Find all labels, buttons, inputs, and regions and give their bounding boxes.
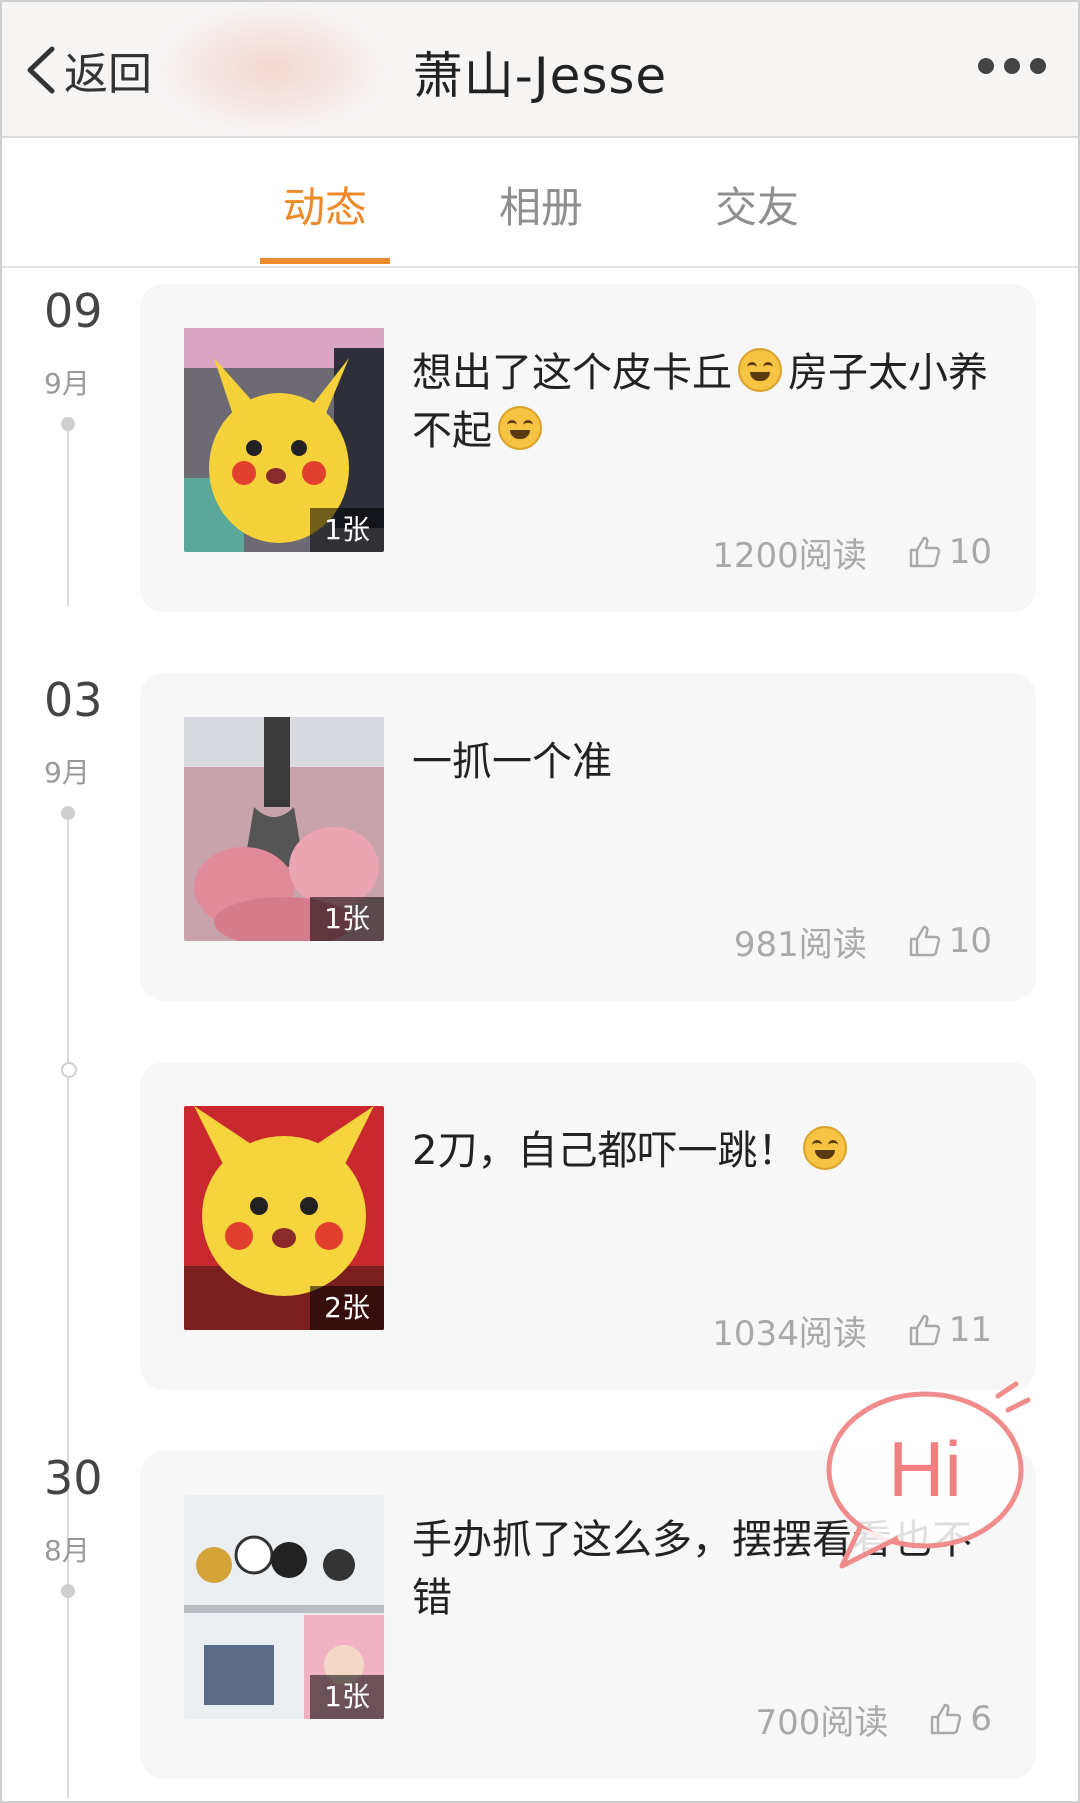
more-dots-icon[interactable] [978,58,1046,74]
thumbs-up-icon [909,536,940,568]
hi-chat-bubble[interactable]: Hi [820,1378,1040,1578]
like-button[interactable]: 11 [907,1310,992,1350]
page-title: 萧山-Jesse [412,47,668,105]
read-count: 1034阅读 [712,1313,867,1354]
post-thumbnail[interactable]: 1张 [184,328,384,552]
hi-label: Hi [888,1425,962,1513]
tab-album[interactable]: 相册 [476,174,606,235]
post-text-part: 2刀，自己都吓一跳！ [412,1128,798,1174]
read-count: 1200阅读 [712,535,867,576]
like-button[interactable]: 6 [928,1699,992,1739]
post-day: 09 [44,284,103,338]
post-day: 03 [44,673,103,727]
post-month: 9月 [44,367,90,400]
post-stats: 1034阅读 11 [712,1308,992,1354]
post-thumbnail[interactable]: 1张 [184,1495,384,1719]
tab-active-indicator [260,258,390,264]
post-text: 一抓一个准 [412,739,612,785]
post-card[interactable]: 1张 一抓一个准 981阅读 10 [140,673,1036,1001]
like-count: 11 [948,1310,992,1350]
tab-bar: 动态 相册 交友 [2,138,1078,268]
timeline-line [67,1590,69,1798]
tab-feed[interactable]: 动态 [260,174,390,235]
post-stats: 981阅读 10 [733,919,992,965]
like-button[interactable]: 10 [907,921,992,961]
timeline-line [67,424,69,606]
image-count-badge: 1张 [310,897,384,941]
post-day: 30 [44,1451,103,1505]
sweat-smile-emoji-icon [803,1126,848,1170]
tab-friends[interactable]: 交友 [692,174,822,235]
thumbs-up-icon [909,925,940,957]
post-text-part: 想出了这个皮卡丘 [412,350,732,396]
post-month: 9月 [44,756,90,789]
thumbs-up-icon [909,1314,940,1346]
timeline-dot [61,806,75,820]
thumbs-up-icon [931,1703,962,1735]
post-card[interactable]: 1张 想出了这个皮卡丘 房子太小养不起 1200阅读 10 [140,284,1036,612]
post-text: 想出了这个皮卡丘 房子太小养不起 [412,344,1002,460]
hi-bubble-icon: Hi [826,1381,1031,1569]
read-count: 700阅读 [755,1702,889,1743]
like-count: 10 [948,532,992,572]
laugh-cry-emoji-icon [738,348,782,392]
post-stats: 700阅读 6 [755,1697,992,1743]
timeline-dot [61,417,75,431]
like-button[interactable]: 10 [907,532,992,572]
image-count-badge: 1张 [310,1675,384,1719]
read-count: 981阅读 [733,924,867,965]
post-thumbnail[interactable]: 1张 [184,717,384,941]
laugh-cry-emoji-icon [498,406,542,450]
post-stats: 1200阅读 10 [712,530,992,576]
post-card[interactable]: 2张 2刀，自己都吓一跳！ 1034阅读 11 [140,1062,1036,1390]
like-count: 6 [970,1699,992,1739]
timeline-dot [61,1062,77,1078]
image-count-badge: 1张 [310,508,384,552]
image-count-badge: 2张 [310,1286,384,1330]
post-text: 2刀，自己都吓一跳！ [412,1122,1002,1180]
timeline-dot [61,1584,75,1598]
post-month: 8月 [44,1534,90,1567]
like-count: 10 [948,921,992,961]
post-thumbnail[interactable]: 2张 [184,1106,384,1330]
nav-header: 返回 萧山-Jesse [2,2,1078,138]
